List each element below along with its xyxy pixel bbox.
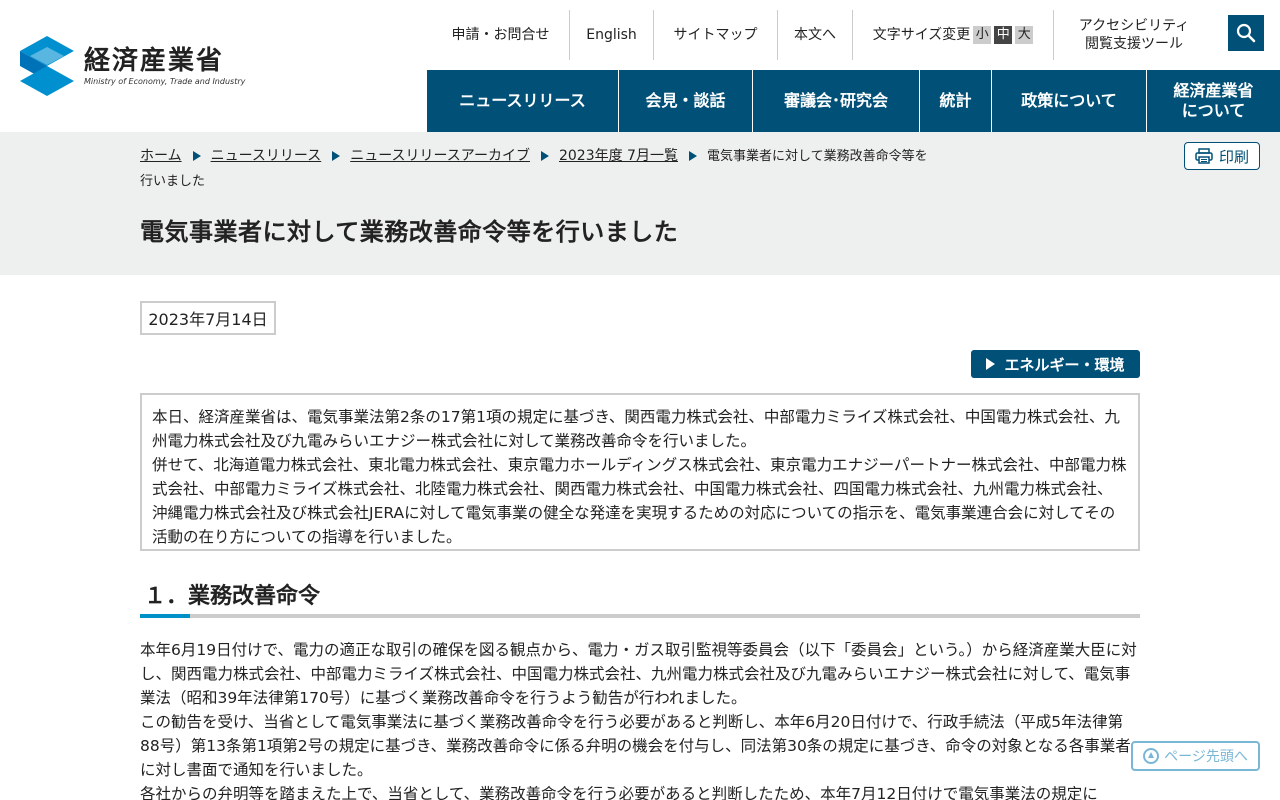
site-header: 経済産業省 Ministry of Economy, Trade and Ind… [0, 0, 1280, 132]
body-paragraph: この勧告を受け、当省として電気事業法に基づく業務改善命令を行う必要があると判断し… [140, 713, 1131, 779]
skip-to-content-link[interactable]: 本文へ [778, 10, 853, 60]
meti-logo-mark [20, 36, 74, 96]
font-size-control: 文字サイズ変更 小 中 大 [853, 10, 1054, 60]
sitemap-link[interactable]: サイトマップ [654, 10, 778, 60]
body-paragraph: 本年6月19日付けで、電力の適正な取引の確保を図る観点から、電力・ガス取引監視等… [140, 641, 1137, 707]
english-link[interactable]: English [570, 10, 654, 60]
section-body: 本年6月19日付けで、電力の適正な取引の確保を図る観点から、電力・ガス取引監視等… [140, 638, 1140, 800]
nav-about-meti[interactable]: 経済産業省 について [1147, 70, 1280, 132]
arrow-up-circle-icon [1143, 748, 1160, 764]
breadcrumb-arrow-icon [332, 150, 341, 161]
font-size-small-button[interactable]: 小 [973, 26, 992, 44]
nav-about-line2: について [1181, 101, 1246, 120]
accessibility-label-line1: アクセシビリティ [1078, 18, 1190, 34]
logo-title: 経済産業省 [84, 45, 225, 76]
breadcrumb: ホーム ニュースリリース ニュースリリースアーカイブ 2023年度 7月一覧 電気事業者… [140, 144, 940, 194]
page-title: 電気事業者に対して業務改善命令等を行いました [140, 218, 679, 246]
summary-box: 本日、経済産業省は、電気事業法第2条の17第1項の規定に基づき、関西電力株式会社… [140, 393, 1140, 551]
body-paragraph: 各社からの弁明等を踏まえた上で、当省として、業務改善命令を行う必要があると判断し… [140, 785, 1098, 800]
heading-accent [140, 614, 190, 618]
breadcrumb-news-release[interactable]: ニュースリリース [211, 148, 322, 164]
back-to-top-button[interactable]: ページ先頭へ [1131, 741, 1260, 771]
font-size-large-button[interactable]: 大 [1015, 26, 1034, 44]
utility-nav: 申請・お問合せ English サイトマップ 本文へ 文字サイズ変更 小 中 大… [432, 10, 1214, 60]
section-heading-text: １．業務改善命令 [144, 584, 321, 609]
printer-icon [1195, 148, 1213, 164]
meti-logo[interactable]: 経済産業省 Ministry of Economy, Trade and Ind… [20, 36, 245, 96]
contact-link[interactable]: 申請・お問合せ [432, 10, 570, 60]
section-heading: １．業務改善命令 [140, 578, 1140, 618]
heading-underline [140, 614, 1140, 618]
nav-policy[interactable]: 政策について [992, 70, 1147, 132]
triangle-right-icon [986, 358, 996, 370]
back-to-top-label: ページ先頭へ [1164, 749, 1248, 765]
breadcrumb-month-list[interactable]: 2023年度 7月一覧 [559, 148, 678, 164]
nav-press-conference[interactable]: 会見・談話 [619, 70, 753, 132]
summary-paragraph: 本日、経済産業省は、電気事業法第2条の17第1項の規定に基づき、関西電力株式会社… [152, 408, 1120, 450]
font-size-medium-button[interactable]: 中 [994, 26, 1013, 44]
print-label: 印刷 [1218, 147, 1249, 166]
nav-about-line1: 経済産業省 [1173, 81, 1254, 100]
nav-councils[interactable]: 審議会･研究会 [753, 70, 920, 132]
category-tag[interactable]: エネルギー・環境 [971, 350, 1140, 378]
accessibility-label-line2: 閲覧支援ツール [1085, 36, 1183, 52]
accessibility-tool-link[interactable]: アクセシビリティ 閲覧支援ツール [1054, 10, 1214, 60]
breadcrumb-arrow-icon [192, 150, 201, 161]
breadcrumb-home[interactable]: ホーム [140, 148, 182, 164]
font-size-label: 文字サイズ変更 [872, 27, 971, 43]
search-icon [1236, 23, 1256, 43]
breadcrumb-arrow-icon [540, 150, 549, 161]
summary-paragraph: 併せて、北海道電力株式会社、東北電力株式会社、東京電力ホールディングス株式会社、… [152, 456, 1127, 546]
global-nav: ニュースリリース 会見・談話 審議会･研究会 統計 政策について 経済産業省 に… [427, 70, 1280, 132]
breadcrumb-archive[interactable]: ニュースリリースアーカイブ [350, 148, 530, 164]
search-button[interactable] [1228, 15, 1264, 51]
nav-news-release[interactable]: ニュースリリース [427, 70, 619, 132]
logo-subtitle: Ministry of Economy, Trade and Industry [84, 76, 246, 86]
nav-statistics[interactable]: 統計 [920, 70, 992, 132]
category-label: エネルギー・環境 [1004, 355, 1125, 374]
print-button[interactable]: 印刷 [1184, 142, 1260, 170]
breadcrumb-arrow-icon [688, 150, 697, 161]
publish-date: 2023年7月14日 [140, 301, 276, 335]
